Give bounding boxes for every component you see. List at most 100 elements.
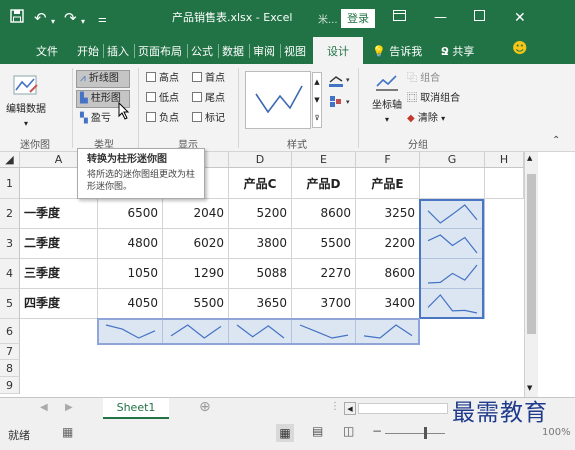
tab-formulas[interactable]: 公式 [191, 45, 213, 58]
page-break-view-icon[interactable]: ◫ [343, 424, 354, 438]
value-cell[interactable]: 1050 [98, 259, 163, 289]
sheet-tab-sheet1[interactable]: Sheet1 [103, 398, 169, 419]
value-cell[interactable]: 3400 [356, 289, 420, 319]
ungroup-button[interactable]: ⿴ 取消组合 [407, 92, 460, 106]
row-header[interactable]: 9 [0, 377, 20, 394]
header-cell-d[interactable]: 产品C [229, 168, 292, 199]
markers-checkbox[interactable]: 标记 [192, 112, 225, 126]
share-button[interactable]: Ջ 共享 [441, 45, 474, 58]
value-cell[interactable]: 3250 [356, 199, 420, 229]
collapse-ribbon-icon[interactable]: ⌃ [552, 134, 560, 148]
column-header-f[interactable]: F [356, 152, 420, 168]
value-cell[interactable]: 3700 [292, 289, 356, 319]
column-header-h[interactable]: H [485, 152, 524, 168]
zoom-level[interactable]: 100% [542, 427, 571, 438]
row-header[interactable]: 4 [0, 259, 20, 289]
worksheet-grid[interactable]: ◢ A B D E F G H 1 2 3 4 5 6 7 8 9 B 产品C … [0, 148, 575, 397]
row-label-q4[interactable]: 四季度 [20, 289, 98, 319]
scroll-thumb[interactable] [527, 174, 536, 334]
group-button[interactable]: ⿻ 组合 [407, 72, 440, 86]
macro-record-icon[interactable]: ▦ [62, 425, 73, 439]
value-cell[interactable]: 6020 [163, 229, 229, 259]
row-label-q1[interactable]: 一季度 [20, 199, 98, 229]
tab-file[interactable]: 文件 [36, 45, 58, 58]
close-icon[interactable]: ✕ [514, 9, 526, 27]
column-header-e[interactable]: E [292, 152, 356, 168]
redo-icon[interactable]: ↷ [64, 9, 77, 27]
sparkline-color-button[interactable]: ▾ [328, 72, 352, 93]
value-cell[interactable]: 2270 [292, 259, 356, 289]
sparkline-style-gallery[interactable] [245, 71, 311, 129]
last-point-checkbox[interactable]: 尾点 [192, 92, 225, 106]
tab-review[interactable]: 审阅 [253, 45, 275, 58]
row-header[interactable]: 1 [0, 168, 20, 199]
cell-g1[interactable] [420, 168, 485, 199]
tab-view[interactable]: 视图 [284, 45, 306, 58]
tab-home[interactable]: 开始 [77, 45, 99, 58]
smiley-icon[interactable]: ☻ [512, 41, 528, 56]
scroll-up-icon[interactable]: ▲ [527, 154, 532, 162]
value-cell[interactable]: 5200 [229, 199, 292, 229]
row6-sparkline-group[interactable] [97, 318, 420, 345]
tab-insert[interactable]: 插入 [107, 45, 129, 58]
axis-button[interactable]: 坐标轴 ▾ [366, 72, 408, 127]
value-cell[interactable]: 8600 [356, 259, 420, 289]
clear-button[interactable]: ◆ 清除 ▾ [407, 112, 445, 126]
column-header-g[interactable]: G [420, 152, 485, 168]
hscroll-left-icon[interactable]: ◀ [344, 402, 356, 415]
page-layout-view-icon[interactable]: ▤ [312, 424, 323, 438]
value-cell[interactable]: 8600 [292, 199, 356, 229]
row-header[interactable]: 6 [0, 319, 20, 344]
win-loss-button[interactable]: ▚ 盈亏 [80, 112, 111, 126]
negative-point-checkbox[interactable]: 负点 [146, 112, 179, 126]
value-cell[interactable]: 2200 [356, 229, 420, 259]
undo-dropdown-icon[interactable]: ▾ [51, 13, 55, 31]
scroll-down-icon[interactable]: ▼ [527, 384, 532, 392]
low-point-checkbox[interactable]: 低点 [146, 92, 179, 106]
prev-sheet-icon[interactable]: ◀ [40, 402, 48, 413]
value-cell[interactable]: 5500 [163, 289, 229, 319]
zoom-out-icon[interactable]: − [372, 424, 382, 438]
tab-split-handle[interactable]: ⋮ [330, 401, 340, 412]
minimize-icon[interactable]: — [434, 9, 447, 27]
add-sheet-icon[interactable]: ⊕ [199, 399, 211, 415]
value-cell[interactable]: 4050 [98, 289, 163, 319]
row-header[interactable]: 7 [0, 344, 20, 360]
edit-data-button[interactable]: 编辑数据 ▾ [6, 72, 46, 131]
value-cell[interactable]: 6500 [98, 199, 163, 229]
high-point-checkbox[interactable]: 高点 [146, 72, 179, 86]
tell-me-box[interactable]: 💡 告诉我 [372, 45, 422, 58]
column-header-d[interactable]: D [229, 152, 292, 168]
value-cell[interactable]: 2040 [163, 199, 229, 229]
tab-data[interactable]: 数据 [222, 45, 244, 58]
gallery-scroll[interactable]: ▲ ▼ ⊽ [312, 72, 322, 128]
zoom-slider-track[interactable] [385, 433, 445, 434]
save-icon[interactable] [10, 9, 24, 27]
undo-icon[interactable]: ↶ [34, 9, 47, 27]
row-header[interactable]: 8 [0, 360, 20, 377]
login-button[interactable]: 登录 [341, 9, 375, 28]
next-sheet-icon[interactable]: ▶ [65, 402, 73, 413]
row-header[interactable]: 5 [0, 289, 20, 319]
header-cell-e[interactable]: 产品D [292, 168, 356, 199]
header-cell-f[interactable]: 产品E [356, 168, 420, 199]
tab-page-layout[interactable]: 页面布局 [138, 45, 182, 58]
selected-sparkline-group[interactable] [419, 199, 484, 319]
row-label-q2[interactable]: 二季度 [20, 229, 98, 259]
value-cell[interactable]: 3650 [229, 289, 292, 319]
value-cell[interactable]: 1290 [163, 259, 229, 289]
marker-color-button[interactable]: ▾ [328, 94, 352, 115]
zoom-slider-thumb[interactable] [424, 427, 427, 439]
row-header[interactable]: 2 [0, 199, 20, 229]
value-cell[interactable]: 5088 [229, 259, 292, 289]
row-header[interactable]: 3 [0, 229, 20, 259]
select-all-corner[interactable]: ◢ [0, 152, 20, 168]
value-cell[interactable]: 5500 [292, 229, 356, 259]
cell-h1[interactable] [485, 168, 524, 199]
vertical-scrollbar[interactable]: ▲ ▼ [524, 152, 538, 397]
first-point-checkbox[interactable]: 首点 [192, 72, 225, 86]
maximize-icon[interactable] [474, 9, 485, 27]
value-cell[interactable]: 4800 [98, 229, 163, 259]
row-label-q3[interactable]: 三季度 [20, 259, 98, 289]
horizontal-scrollbar[interactable] [358, 403, 448, 414]
